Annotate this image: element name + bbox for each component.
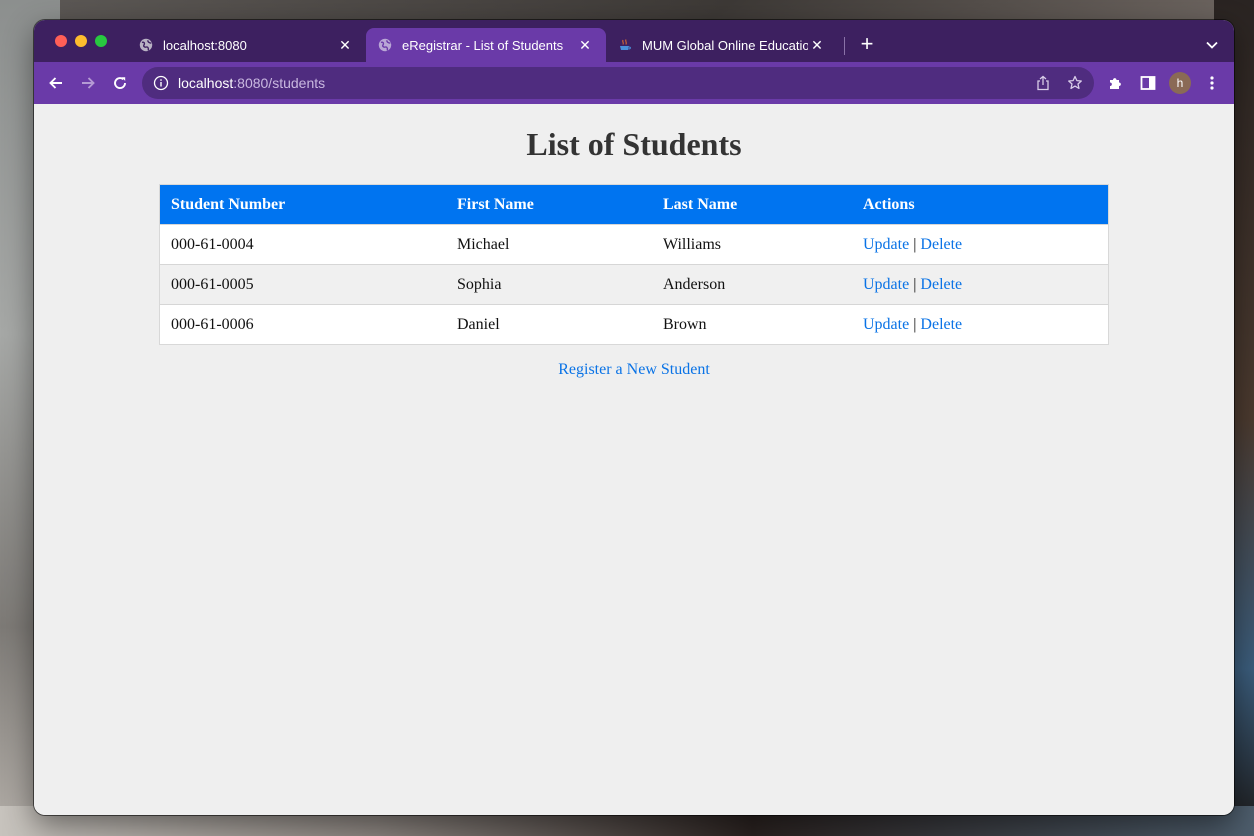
action-separator: | — [913, 235, 917, 253]
more-menu-icon[interactable] — [1201, 72, 1223, 94]
tab-strip: localhost:8080 ✕ eRegistrar - List of St… — [34, 20, 1234, 62]
update-link[interactable]: Update — [863, 276, 909, 293]
back-arrow-icon[interactable] — [45, 72, 67, 94]
table-header-row: Student Number First Name Last Name Acti… — [160, 185, 1108, 225]
update-link[interactable]: Update — [863, 316, 909, 333]
delete-link[interactable]: Delete — [920, 316, 962, 333]
action-separator: | — [913, 315, 917, 333]
tab-localhost[interactable]: localhost:8080 ✕ — [127, 28, 366, 62]
profile-avatar[interactable]: h — [1169, 72, 1191, 94]
first-name-cell: Daniel — [446, 304, 652, 344]
table-row: 000-61-0005 Sophia Anderson Update | Del… — [160, 264, 1108, 305]
student-number-cell: 000-61-0004 — [160, 224, 446, 265]
last-name-cell: Williams — [652, 224, 852, 265]
tab-eregistrar[interactable]: eRegistrar - List of Students ✕ — [366, 28, 606, 62]
java-cup-icon — [618, 38, 632, 52]
browser-window: localhost:8080 ✕ eRegistrar - List of St… — [34, 20, 1234, 815]
tab-mum-global[interactable]: MUM Global Online Education :: ✕ — [606, 28, 838, 62]
column-header-first-name: First Name — [446, 185, 652, 225]
url-path: :8080/students — [233, 75, 326, 91]
close-icon[interactable]: ✕ — [336, 36, 354, 54]
table-row: 000-61-0004 Michael Williams Update | De… — [160, 224, 1108, 265]
site-info-icon[interactable] — [153, 75, 169, 91]
globe-icon — [378, 38, 392, 52]
action-separator: | — [913, 275, 917, 293]
update-link[interactable]: Update — [863, 236, 909, 253]
globe-icon — [139, 38, 153, 52]
actions-cell: Update | Delete — [852, 304, 1108, 344]
window-minimize-button[interactable] — [75, 35, 87, 47]
url-host: localhost — [178, 75, 234, 91]
column-header-last-name: Last Name — [652, 185, 852, 225]
student-number-cell: 000-61-0005 — [160, 264, 446, 305]
close-icon[interactable]: ✕ — [808, 36, 826, 54]
table-row: 000-61-0006 Daniel Brown Update | Delete — [160, 304, 1108, 344]
extensions-puzzle-icon[interactable] — [1105, 72, 1127, 94]
actions-cell: Update | Delete — [852, 224, 1108, 265]
register-link-container: Register a New Student — [34, 361, 1234, 379]
share-icon[interactable] — [1033, 73, 1053, 93]
browser-toolbar: localhost:8080/students h — [34, 62, 1234, 104]
bookmark-star-icon[interactable] — [1065, 73, 1085, 93]
tab-title: MUM Global Online Education :: — [642, 37, 808, 53]
page-title: List of Students — [526, 126, 742, 162]
tab-search-chevron-icon[interactable] — [1202, 35, 1222, 55]
first-name-cell: Michael — [446, 224, 652, 265]
delete-link[interactable]: Delete — [920, 236, 962, 253]
tab-title: eRegistrar - List of Students — [402, 37, 564, 53]
column-header-actions: Actions — [852, 185, 1108, 225]
tab-divider — [844, 37, 845, 55]
student-number-cell: 000-61-0006 — [160, 304, 446, 344]
address-bar[interactable]: localhost:8080/students — [142, 67, 1094, 99]
tab-title: localhost:8080 — [163, 37, 247, 53]
last-name-cell: Anderson — [652, 264, 852, 305]
delete-link[interactable]: Delete — [920, 276, 962, 293]
new-tab-button[interactable]: + — [857, 33, 877, 55]
actions-cell: Update | Delete — [852, 264, 1108, 305]
page-viewport: List of Students Student Number First Na… — [34, 104, 1234, 815]
side-panel-icon[interactable] — [1137, 72, 1159, 94]
last-name-cell: Brown — [652, 304, 852, 344]
window-maximize-button[interactable] — [95, 35, 107, 47]
window-close-button[interactable] — [55, 35, 67, 47]
close-icon[interactable]: ✕ — [576, 36, 594, 54]
reload-icon[interactable] — [109, 72, 131, 94]
url-text[interactable]: localhost:8080/students — [178, 75, 325, 91]
first-name-cell: Sophia — [446, 264, 652, 305]
column-header-student-number: Student Number — [160, 185, 446, 225]
register-new-student-link[interactable]: Register a New Student — [558, 361, 710, 378]
students-table: Student Number First Name Last Name Acti… — [160, 185, 1108, 344]
forward-arrow-icon[interactable] — [77, 72, 99, 94]
